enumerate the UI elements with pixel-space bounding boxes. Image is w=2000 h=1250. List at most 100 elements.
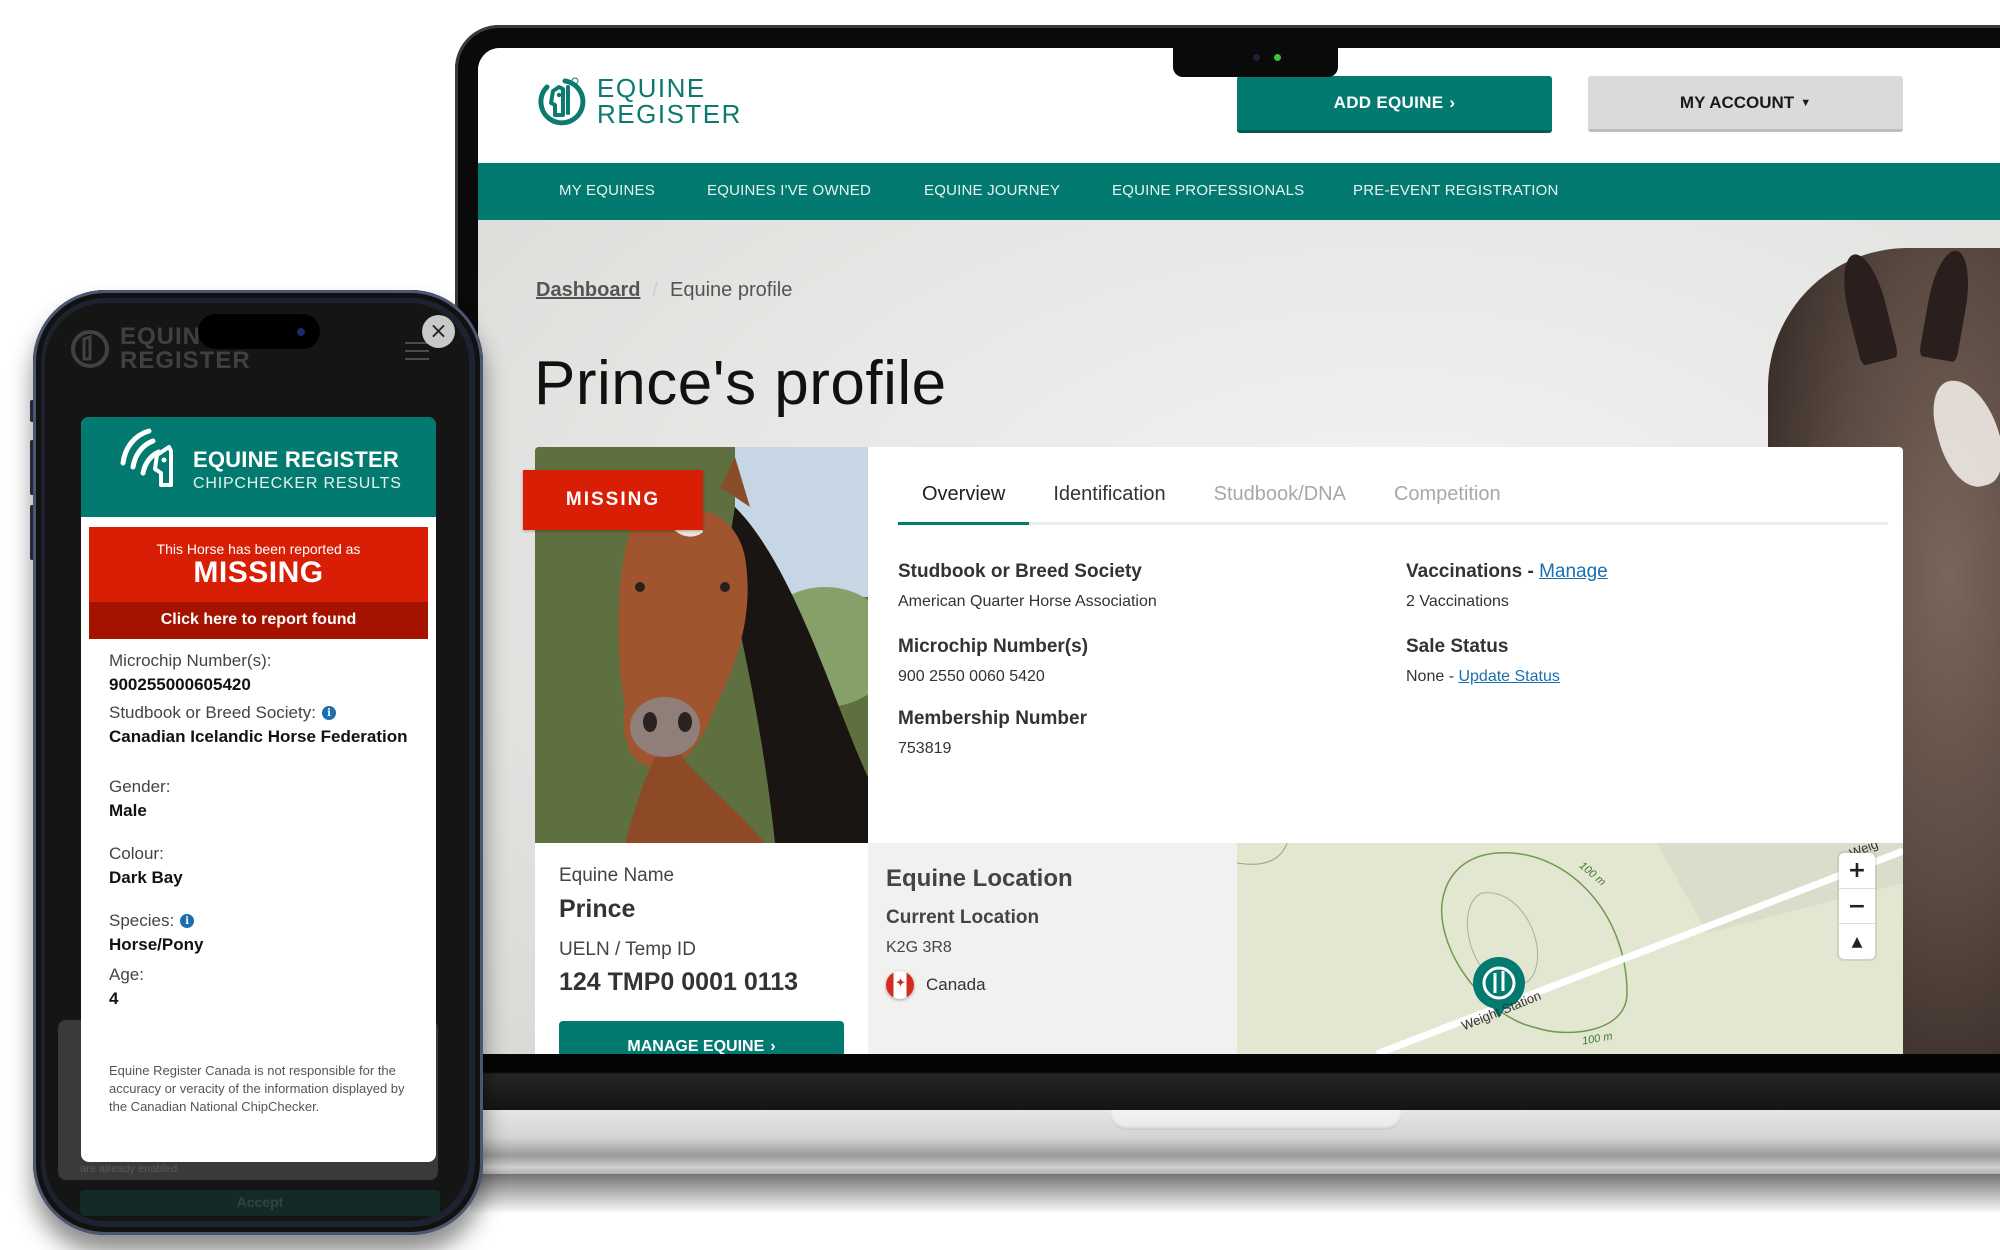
field-microchip: Microchip Number(s) 900 2550 0060 5420	[898, 636, 1088, 686]
caret-down-icon: ▼	[1800, 96, 1812, 109]
report-found-button[interactable]: Click here to report found	[89, 602, 428, 639]
ueln-label: UELN / Temp ID	[559, 939, 696, 960]
map-zoom-controls: + − ▲	[1839, 853, 1875, 959]
separator: -	[1522, 561, 1540, 582]
ueln-value: 124 TMP0 0001 0113	[559, 968, 799, 996]
chipchecker-signal-horse-icon	[120, 428, 173, 487]
location-title: Equine Location	[886, 865, 1073, 892]
cookie-banner-text: are already enabled.	[80, 1163, 181, 1175]
label-text: Gender:	[109, 777, 171, 796]
tab-studbook-dna: Studbook/DNA	[1213, 483, 1346, 505]
modal-subtitle: CHIPCHECKER RESULTS	[193, 475, 402, 492]
vaccinations-label: Vaccinations	[1406, 561, 1523, 582]
info-icon[interactable]: i	[321, 706, 336, 720]
tab-overview[interactable]: Overview	[898, 477, 1030, 525]
equine-location-panel: Equine Location Current Location K2G 3R8…	[868, 843, 1237, 1054]
modal-header: EQUINE REGISTER CHIPCHECKER RESULTS	[81, 417, 436, 517]
camera-lens	[1253, 54, 1260, 61]
equine-name-panel: Equine Name Prince UELN / Temp ID 124 TM…	[535, 843, 868, 1054]
location-map[interactable]: Weight Station Weig 100 m 100 m + − ▲	[1237, 843, 1903, 1054]
field-label: Studbook or Breed Society	[898, 561, 1142, 582]
field-label: Microchip Number(s)	[898, 636, 1089, 657]
alert-message: This Horse has been reported as	[156, 541, 361, 557]
field-label: Gender:	[109, 777, 170, 797]
laptop-shadow	[470, 1174, 2000, 1214]
field-value: Dark Bay	[109, 868, 183, 887]
logo-line-2: REGISTER	[597, 99, 742, 129]
manage-equine-label: MANAGE EQUINE	[627, 1038, 765, 1054]
update-status-link[interactable]: Update Status	[1458, 668, 1559, 685]
info-icon[interactable]: i	[180, 914, 195, 928]
field-label: Microchip Number(s):	[109, 651, 271, 671]
separator: -	[1444, 668, 1459, 685]
profile-card: Overview Identification Studbook/DNA Com…	[535, 447, 1903, 1054]
logo-line-1: EQUINE	[597, 73, 706, 103]
field-value: American Quarter Horse Association	[898, 593, 1157, 610]
close-icon: ×	[429, 318, 448, 344]
country-row: ✦ Canada	[886, 971, 986, 999]
field-value: 753819	[898, 740, 952, 757]
field-value: Male	[109, 801, 147, 820]
field-value: Horse/Pony	[109, 935, 204, 954]
field-membership: Membership Number 753819	[898, 708, 1087, 758]
compass-reset-button[interactable]: ▲	[1839, 924, 1875, 959]
nav-item-equine-professionals[interactable]: EQUINE PROFESSIONALS	[1112, 182, 1304, 199]
map-canvas	[1237, 843, 1903, 1054]
nav-item-equines-ive-owned[interactable]: EQUINES I'VE OWNED	[707, 182, 871, 199]
modal-field-age: Age: 4	[109, 965, 144, 1010]
nav-item-my-equines[interactable]: MY EQUINES	[559, 182, 655, 199]
canada-flag-icon: ✦	[886, 971, 914, 999]
label-text: Microchip Number(s):	[109, 651, 272, 670]
zoom-out-button[interactable]: −	[1839, 889, 1875, 925]
zoom-in-button[interactable]: +	[1839, 853, 1875, 889]
postal-code: K2G 3R8	[886, 939, 952, 956]
equine-register-horse-head-icon	[71, 330, 109, 368]
modal-field-microchip: Microchip Number(s): 900255000605420	[109, 651, 271, 696]
field-value: None - Update Status	[1406, 668, 1560, 686]
manage-equine-button[interactable]: MANAGE EQUINE ›	[559, 1021, 844, 1054]
main-nav: MY EQUINES EQUINES I'VE OWNED EQUINE JOU…	[478, 163, 2000, 220]
modal-title: EQUINE REGISTER	[193, 447, 399, 472]
equine-register-horse-head-icon	[538, 77, 586, 126]
modal-field-studbook: Studbook or Breed Society: i Canadian Ice…	[109, 703, 409, 748]
chipchecker-modal: EQUINE REGISTER CHIPCHECKER RESULTS This…	[81, 417, 436, 1162]
breadcrumb-dashboard-link[interactable]: Dashboard	[536, 279, 640, 302]
field-label: Membership Number	[898, 708, 1087, 729]
equine-name-label: Equine Name	[559, 865, 675, 886]
chevron-right-icon: ›	[770, 1038, 776, 1054]
add-equine-label: ADD EQUINE	[1333, 93, 1444, 112]
breadcrumb-separator: /	[652, 279, 659, 301]
chevron-right-icon: ›	[1449, 93, 1456, 112]
nav-item-equine-journey[interactable]: EQUINE JOURNEY	[924, 182, 1060, 199]
profile-tabs: Overview Identification Studbook/DNA Com…	[898, 477, 1888, 525]
field-studbook: Studbook or Breed Society American Quart…	[898, 561, 1157, 611]
current-location-label: Current Location	[886, 907, 1040, 928]
field-label: Colour:	[109, 844, 183, 864]
tab-competition: Competition	[1393, 483, 1501, 505]
nav-item-pre-event-registration[interactable]: PRE-EVENT REGISTRATION	[1353, 182, 1559, 199]
logo-line-2: REGISTER	[120, 347, 251, 374]
close-modal-button[interactable]: ×	[422, 315, 455, 348]
alert-status: MISSING	[193, 556, 324, 589]
tab-identification[interactable]: Identification	[1029, 477, 1189, 525]
missing-status-badge: MISSING	[523, 470, 703, 530]
field-value: Canadian Icelandic Horse Federation	[109, 727, 408, 746]
field-value: 900 2550 0060 5420	[898, 668, 1045, 685]
field-sale-status: Sale Status None - Update Status	[1406, 636, 1560, 686]
breadcrumb-current: Equine profile	[670, 279, 793, 301]
field-value: 4	[109, 989, 119, 1008]
site-logo[interactable]: EQUINE REGISTER	[535, 75, 742, 127]
field-label: Studbook or Breed Society: i	[109, 703, 409, 723]
missing-alert: This Horse has been reported as MISSING …	[89, 527, 428, 639]
field-value: 900255000605420	[109, 675, 251, 694]
manage-vaccinations-link[interactable]: Manage	[1539, 561, 1608, 582]
cookie-accept-button[interactable]: Accept	[80, 1190, 440, 1216]
field-label: Species: i	[109, 911, 203, 931]
front-camera	[297, 328, 305, 336]
camera-notch	[1173, 40, 1338, 77]
country-name: Canada	[926, 975, 986, 994]
my-account-button[interactable]: MY ACCOUNT ▼	[1588, 76, 1903, 132]
add-equine-button[interactable]: ADD EQUINE ›	[1237, 76, 1552, 133]
field-label: Age:	[109, 965, 144, 985]
field-vaccinations: Vaccinations - Manage 2 Vaccinations	[1406, 561, 1608, 611]
